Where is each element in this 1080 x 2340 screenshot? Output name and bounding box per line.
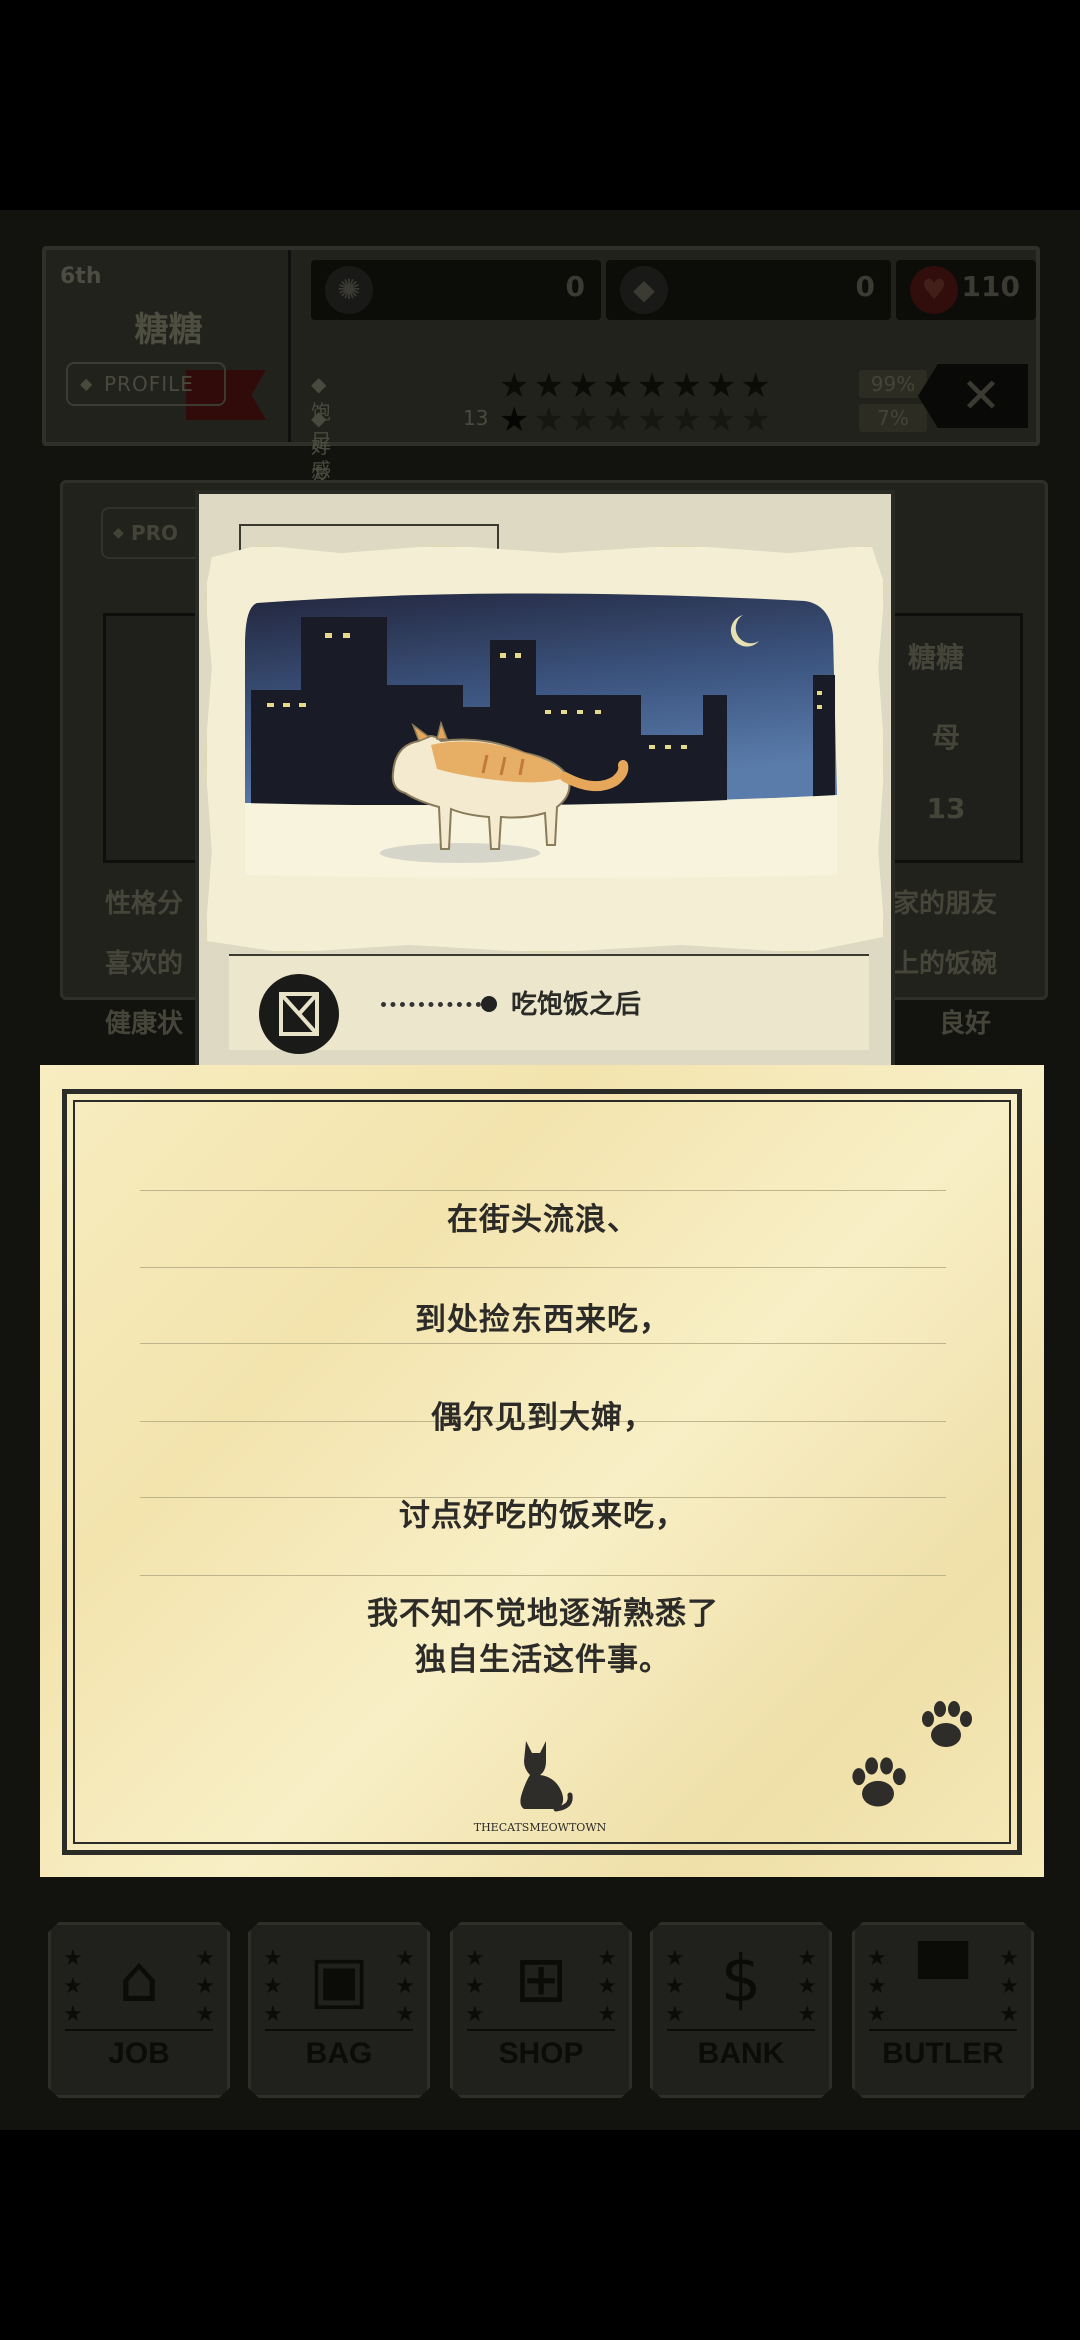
cat-portrait [103, 613, 203, 863]
dollar-icon: $ [720, 1943, 762, 2017]
gem-value: 0 [855, 270, 875, 303]
info-age: 13 [926, 792, 966, 825]
info-gender: 母 [931, 721, 960, 754]
brand-label: THECATSMEOWTOWN [473, 1821, 607, 1834]
menu-shop-button[interactable]: ★ ★ ★ ★ ★ ★ ⊞ SHOP [450, 1922, 632, 2098]
trait-label-likes: 喜欢的 [105, 949, 184, 979]
friend-stars: ★★★★★★★★ [499, 400, 775, 440]
bottom-menu: ★ ★ ★ ★ ★ ★ ⌂ JOB ★ ★ ★ ★ ★ ★ ▣ BAG ★ ★ ★ ★ ★ ★ ⊞ SHOP … [48, 1922, 1038, 2112]
card-footer: 吃饱饭之后 [229, 954, 869, 1054]
coin-counter: ✺ 0 [311, 260, 601, 320]
heart-value: 110 [961, 270, 1020, 303]
trait-label-personality: 性格分 [105, 889, 184, 919]
book-icon [259, 974, 339, 1054]
cat-info-box: 糖糖 母 13 [883, 613, 1023, 863]
profile-button[interactable]: PROFILE [66, 362, 226, 406]
menu-butler-button[interactable]: ★ ★ ★ ★ ★ ★ ▀ BUTLER [852, 1922, 1034, 2098]
letter-rule [140, 1343, 946, 1344]
letter-line-5: 我不知不觉地逐渐熟悉了 独自生活这件事。 [367, 1596, 719, 1678]
letter-line-2: 到处捡东西来吃， [415, 1302, 671, 1338]
menu-job-label: JOB [108, 2037, 170, 2070]
caption-dot [481, 996, 497, 1012]
gem-counter: ◆ 0 [606, 260, 891, 320]
story-letter[interactable]: 在街头流浪、 到处捡东西来吃， 偶尔见到大婶， 讨点好吃的饭来吃， 我不知不觉地… [40, 1065, 1044, 1877]
paw-coin-icon: ✺ [325, 266, 373, 314]
letter-line-1: 在街头流浪、 [447, 1202, 639, 1238]
status-bar: 6th 糖糖 PROFILE ✺ 0 ◆ 0 ♥ 110 饱足感 ★★★★★★★… [42, 246, 1040, 545]
menu-bag-label: BAG [305, 2037, 373, 2070]
letter-rule [140, 1190, 946, 1191]
diamond-icon: ◆ [620, 266, 668, 314]
trait-label-health: 健康状 [105, 1009, 184, 1039]
basket-icon: ⊞ [514, 1943, 568, 2017]
top-hat-icon: ▀ [918, 1943, 968, 2017]
house-icon: ⌂ [118, 1943, 160, 2017]
story-illustration [205, 545, 885, 953]
trait-value-likes: 上的饭碗 [893, 949, 998, 979]
trait-value-health: 良好 [939, 1009, 992, 1039]
menu-butler-label: BUTLER [882, 2037, 1004, 2070]
paw-print-icon [922, 1701, 972, 1747]
close-button[interactable]: ✕ [918, 364, 1028, 428]
bag-icon: ▣ [308, 1943, 370, 2017]
caption-dots [381, 1002, 481, 1007]
cat-summary: 6th 糖糖 PROFILE [46, 250, 291, 442]
menu-job-button[interactable]: ★ ★ ★ ★ ★ ★ ⌂ JOB [48, 1922, 230, 2098]
cat-shadow [380, 843, 540, 863]
menu-bank-button[interactable]: ★ ★ ★ ★ ★ ★ $ BANK [650, 1922, 832, 2098]
menu-bag-button[interactable]: ★ ★ ★ ★ ★ ★ ▣ BAG [248, 1922, 430, 2098]
info-name: 糖糖 [907, 641, 964, 674]
letter-line-3: 偶尔见到大婶， [431, 1400, 655, 1436]
menu-shop-label: SHOP [498, 2037, 584, 2070]
heart-icon: ♥ [910, 266, 958, 314]
trait-value-personality: 家的朋友 [893, 889, 998, 919]
rank-label: 6th [60, 264, 102, 289]
coin-value: 0 [565, 270, 585, 303]
heart-counter: ♥ 110 [896, 260, 1036, 320]
friend-level: 13 [463, 406, 489, 430]
letter-rule [140, 1575, 946, 1576]
letter-rule [140, 1267, 946, 1268]
menu-bank-label: BANK [697, 2037, 785, 2070]
letter-line-4: 讨点好吃的饭来吃， [399, 1498, 687, 1534]
cat-name: 糖糖 [134, 310, 203, 350]
story-caption: 吃饱饭之后 [511, 990, 642, 1020]
cat-silhouette-icon [520, 1741, 573, 1812]
satiety-percent: 99% [859, 370, 927, 398]
paw-print-icon [852, 1757, 906, 1807]
friend-percent: 7% [859, 404, 927, 432]
